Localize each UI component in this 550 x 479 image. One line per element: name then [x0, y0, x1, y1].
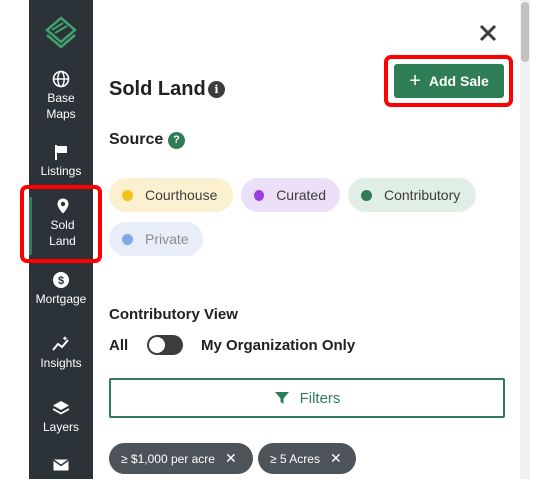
- sidebar-item-insights[interactable]: Insights: [29, 335, 93, 371]
- sidebar-item-label: Listings: [40, 164, 82, 178]
- scrollbar-thumb[interactable]: [521, 2, 529, 62]
- sidebar-item-label: Maps: [46, 107, 76, 121]
- sidebar-item-sold-land[interactable]: Sold Land: [29, 197, 93, 255]
- contributory-view-toggle[interactable]: [147, 335, 183, 355]
- courthouse-dot-icon: [122, 189, 133, 201]
- sidebar-item-listings[interactable]: Listings: [29, 143, 93, 179]
- toggle-knob: [149, 337, 165, 353]
- svg-text:$: $: [58, 275, 64, 287]
- page-title: Sold Land: [109, 78, 206, 100]
- plus-icon: +: [409, 70, 421, 92]
- remove-filter-icon[interactable]: ✕: [225, 450, 237, 467]
- active-filter-chip: ≥ $1,000 per acre ✕: [109, 443, 253, 474]
- globe-icon: [52, 70, 70, 88]
- source-chip-private[interactable]: Private: [109, 222, 203, 256]
- chip-label: Private: [145, 231, 189, 247]
- flag-icon: [55, 145, 67, 160]
- chip-label: Courthouse: [145, 187, 218, 203]
- remove-filter-icon[interactable]: ✕: [330, 450, 342, 467]
- add-sale-button[interactable]: + Add Sale: [394, 64, 504, 98]
- source-heading: Source: [109, 131, 164, 148]
- chip-label: Contributory: [384, 187, 461, 203]
- sidebar-item-label: Land: [49, 234, 76, 248]
- info-icon[interactable]: i: [208, 81, 225, 98]
- filter-icon: [274, 392, 289, 404]
- sidebar-item-label: Mortgage: [35, 292, 87, 306]
- filter-chip-label: ≥ $1,000 per acre: [121, 451, 215, 466]
- filters-button[interactable]: Filters: [109, 378, 505, 418]
- add-sale-label: Add Sale: [428, 73, 489, 89]
- sidebar-item-mortgage[interactable]: $ Mortgage: [29, 271, 93, 307]
- sidebar-item-label: Layers: [42, 420, 80, 434]
- sidebar-item-layers[interactable]: Layers: [29, 399, 93, 435]
- sidebar-item-label: Insights: [40, 356, 82, 370]
- sidebar-item-label: Sold: [50, 218, 75, 232]
- source-chip-curated[interactable]: Curated: [241, 178, 340, 212]
- sidebar: Base Maps Listings Sold Land $ Mortgage …: [29, 0, 93, 479]
- layers-icon: [52, 401, 70, 415]
- toggle-label-my-organization: My Organization Only: [201, 337, 356, 354]
- toggle-label-all: All: [109, 337, 129, 354]
- help-icon[interactable]: ?: [168, 132, 185, 149]
- filter-chip-label: ≥ 5 Acres: [270, 451, 320, 466]
- close-icon[interactable]: [477, 22, 499, 44]
- sidebar-item-label: Base: [47, 91, 75, 105]
- contributory-view-heading: Contributory View: [109, 306, 238, 323]
- source-chip-contributory[interactable]: Contributory: [348, 178, 476, 212]
- chip-label: Curated: [276, 187, 326, 203]
- sidebar-item-mail[interactable]: [29, 456, 93, 476]
- logo-icon[interactable]: [43, 14, 79, 50]
- panel-scrollbar[interactable]: [520, 0, 530, 479]
- map-pin-icon: [57, 198, 68, 214]
- contributory-dot-icon: [361, 189, 372, 201]
- curated-dot-icon: [254, 189, 265, 201]
- source-chip-courthouse[interactable]: Courthouse: [109, 178, 233, 212]
- dollar-icon: $: [53, 272, 69, 288]
- sidebar-item-base-maps[interactable]: Base Maps: [29, 70, 93, 122]
- private-dot-icon: [122, 233, 133, 245]
- filters-label: Filters: [299, 389, 341, 407]
- active-filter-chip: ≥ 5 Acres ✕: [258, 443, 356, 474]
- sparkle-chart-icon: [52, 336, 69, 351]
- mail-icon: [53, 459, 69, 471]
